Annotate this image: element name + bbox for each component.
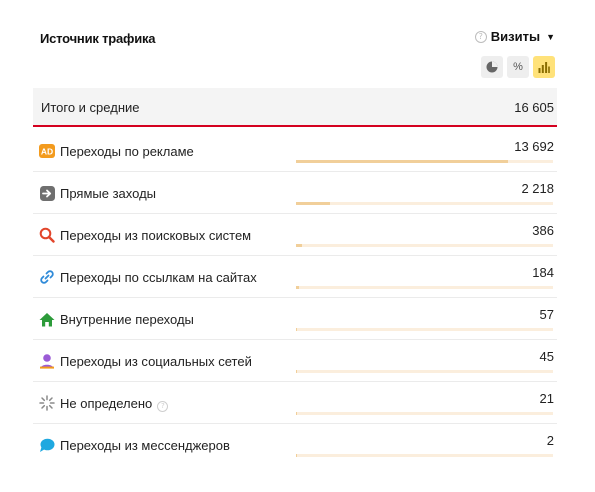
- row-links[interactable]: Переходы по ссылкам на сайтах 184: [33, 256, 557, 298]
- metric-label: Визиты: [490, 29, 541, 44]
- report-title: Источник трафика: [40, 31, 156, 46]
- row-label: Переходы по рекламе: [60, 144, 194, 159]
- bar-chart-icon: [538, 61, 550, 73]
- row-label: Не определено?: [60, 396, 169, 412]
- row-label: Переходы из мессенджеров: [60, 438, 230, 453]
- row-value: 13 692: [514, 139, 554, 154]
- share-bar-fill: [296, 244, 302, 247]
- undefined-sparkle-icon: [39, 395, 55, 411]
- share-bar-track: [296, 286, 553, 289]
- chat-bubble-icon: [39, 437, 55, 453]
- caret-down-icon: ▼: [546, 31, 555, 42]
- row-value: 45: [539, 349, 554, 364]
- share-bar-fill: [296, 454, 298, 457]
- row-search[interactable]: Переходы из поисковых систем 386: [33, 214, 557, 256]
- row-social[interactable]: Переходы из социальных сетей 45: [33, 340, 557, 382]
- row-label-text: Не определено: [60, 396, 153, 411]
- row-value: 184: [532, 265, 554, 280]
- social-user-icon: [39, 353, 55, 369]
- row-messengers[interactable]: Переходы из мессенджеров 2: [33, 424, 557, 466]
- percent-icon: %: [513, 61, 523, 73]
- search-magnifier-icon: [39, 227, 55, 243]
- share-bar-fill: [296, 370, 298, 373]
- totals-value: 16 605: [514, 100, 554, 115]
- view-toggle-group: %: [481, 56, 555, 78]
- bar-chart-view-button[interactable]: [533, 56, 555, 78]
- share-bar-track: [296, 412, 553, 415]
- row-value: 2: [546, 433, 554, 448]
- traffic-source-report: Источник трафика ? Визиты ▼ % Итого и ср…: [0, 0, 595, 492]
- totals-label: Итого и средние: [41, 100, 140, 115]
- ad-badge-text: AD: [41, 147, 53, 157]
- direct-arrow-icon: [39, 185, 55, 201]
- share-bar-fill: [296, 160, 509, 163]
- traffic-source-list: AD Переходы по рекламе 13 692 Прямые зах…: [33, 130, 557, 466]
- share-bar-track: [296, 328, 553, 331]
- row-direct[interactable]: Прямые заходы 2 218: [33, 172, 557, 214]
- share-bar-track: [296, 160, 553, 163]
- row-label: Переходы по ссылкам на сайтах: [60, 270, 257, 285]
- link-icon: [39, 269, 55, 285]
- share-bar-track: [296, 370, 553, 373]
- pie-chart-view-button[interactable]: [481, 56, 503, 78]
- percent-view-button[interactable]: %: [507, 56, 529, 78]
- home-icon: [39, 311, 55, 327]
- row-value: 21: [539, 391, 554, 406]
- row-value: 386: [532, 223, 554, 238]
- row-label: Прямые заходы: [60, 186, 157, 201]
- row-label: Внутренние переходы: [60, 312, 194, 327]
- share-bar-fill: [296, 412, 298, 415]
- totals-row: Итого и средние 16 605: [33, 88, 557, 127]
- ad-icon: AD: [39, 143, 55, 159]
- pie-chart-icon: [486, 61, 498, 73]
- row-ads[interactable]: AD Переходы по рекламе 13 692: [33, 130, 557, 172]
- question-circle-icon[interactable]: ?: [474, 30, 487, 43]
- share-bar-track: [296, 202, 553, 205]
- metric-selector[interactable]: ? Визиты ▼: [474, 29, 555, 44]
- row-internal[interactable]: Внутренние переходы 57: [33, 298, 557, 340]
- row-undefined[interactable]: Не определено? 21: [33, 382, 557, 424]
- share-bar-fill: [296, 202, 331, 205]
- share-bar-track: [296, 244, 553, 247]
- row-value: 57: [539, 307, 554, 322]
- share-bar-fill: [296, 328, 298, 331]
- row-label: Переходы из поисковых систем: [60, 228, 252, 243]
- share-bar-track: [296, 454, 553, 457]
- share-bar-fill: [296, 286, 299, 289]
- question-circle-icon[interactable]: ?: [157, 401, 169, 412]
- row-value: 2 218: [521, 181, 554, 196]
- row-label: Переходы из социальных сетей: [60, 354, 252, 369]
